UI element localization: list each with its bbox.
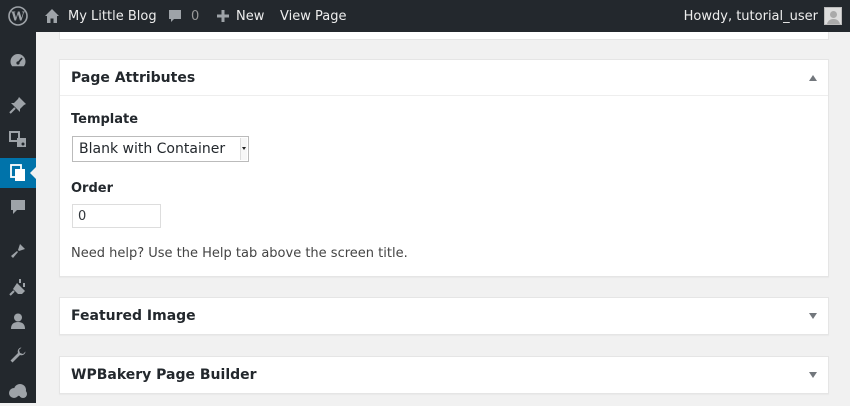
site-name-label: My Little Blog (68, 8, 157, 24)
appearance-brush-icon[interactable] (0, 236, 36, 266)
select-arrow-icon (240, 138, 247, 160)
avatar (824, 7, 842, 25)
page-attributes-header[interactable]: Page Attributes (60, 60, 828, 96)
collapse-arrow-up-icon[interactable] (809, 75, 817, 81)
expand-arrow-down-icon[interactable] (809, 313, 817, 319)
vc-cloud-icon[interactable] (0, 376, 36, 406)
posts-pin-icon[interactable] (0, 90, 36, 120)
template-label: Template (71, 112, 139, 127)
plus-icon (216, 9, 230, 23)
expand-arrow-down-icon[interactable] (809, 372, 817, 378)
howdy-label: Howdy, tutorial_user (683, 8, 818, 24)
order-label: Order (71, 181, 113, 196)
previous-metabox-bottom (59, 32, 829, 40)
my-account-link[interactable]: Howdy, tutorial_user (684, 0, 842, 32)
view-page-link[interactable]: View Page (280, 0, 346, 32)
admin-bar: W My Little Blog 0 New View Page Howdy, … (0, 0, 850, 32)
page-attributes-metabox: Page Attributes Template Blank with Cont… (59, 59, 829, 277)
site-name-link[interactable]: My Little Blog (44, 0, 157, 32)
wpbakery-title: WPBakery Page Builder (71, 367, 257, 383)
comment-bubble-icon (167, 8, 183, 24)
new-content-link[interactable]: New (216, 0, 264, 32)
wpbakery-header[interactable]: WPBakery Page Builder (60, 357, 828, 393)
template-select[interactable]: Blank with Container (72, 136, 249, 162)
tools-wrench-icon[interactable] (0, 340, 36, 370)
admin-menu-sidebar (0, 32, 36, 403)
new-label: New (236, 8, 265, 24)
comments-link[interactable]: 0 (167, 0, 199, 32)
featured-image-metabox: Featured Image (59, 297, 829, 335)
svg-text:W: W (10, 10, 25, 24)
comment-count: 0 (191, 8, 200, 24)
dashboard-icon[interactable] (0, 46, 36, 76)
users-icon[interactable] (0, 306, 36, 336)
page-attributes-title: Page Attributes (71, 69, 196, 86)
plugins-icon[interactable] (0, 272, 36, 302)
home-icon (44, 8, 60, 24)
media-icon[interactable] (0, 124, 36, 154)
featured-image-header[interactable]: Featured Image (60, 298, 828, 334)
wordpress-logo-icon[interactable]: W (8, 0, 28, 32)
order-input[interactable]: 0 (72, 204, 161, 228)
comments-icon[interactable] (0, 192, 36, 222)
template-selected-value: Blank with Container (79, 141, 226, 157)
pages-icon[interactable] (0, 158, 36, 188)
wpbakery-metabox: WPBakery Page Builder (59, 356, 829, 394)
help-text: Need help? Use the Help tab above the sc… (71, 246, 408, 261)
featured-image-title: Featured Image (71, 308, 196, 324)
